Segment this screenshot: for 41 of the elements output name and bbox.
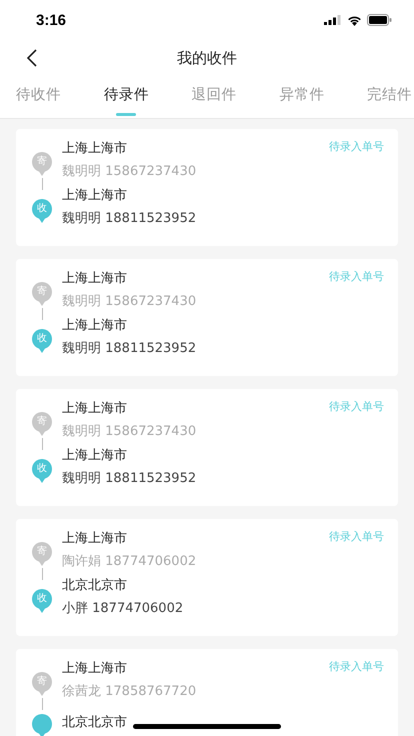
connector-line <box>42 438 43 450</box>
status-label: 待录入单号 <box>329 269 384 284</box>
connector-line <box>42 568 43 580</box>
city-text: 上海上海市 <box>62 140 128 157</box>
contact-text: 魏明明 18811523952 <box>62 210 196 227</box>
status-label: 待录入单号 <box>329 529 384 544</box>
city-text: 上海上海市 <box>62 660 128 677</box>
city-text: 上海上海市 <box>62 317 128 334</box>
location-pin: 收 <box>32 588 52 612</box>
location-pin <box>32 714 52 736</box>
contact-text: 陶许娟 18774706002 <box>62 553 196 570</box>
status-time: 3:16 <box>36 12 66 28</box>
city-text: 上海上海市 <box>62 187 128 204</box>
wifi-icon <box>347 14 362 26</box>
location-pin: 收 <box>32 198 52 222</box>
location-pin: 收 <box>32 458 52 482</box>
city-text: 北京北京市 <box>62 714 127 731</box>
city-text: 北京北京市 <box>62 577 128 594</box>
city-text: 上海上海市 <box>62 270 128 287</box>
status-label: 待录入单号 <box>329 139 384 154</box>
contact-text: 魏明明 15867237430 <box>62 163 196 180</box>
back-icon[interactable] <box>26 49 38 67</box>
connector-line <box>42 698 43 710</box>
status-label: 待录入单号 <box>329 659 384 674</box>
contact-text: 小胖 18774706002 <box>62 600 184 617</box>
status-label: 待录入单号 <box>329 399 384 414</box>
connector-line <box>42 178 43 190</box>
city-text: 上海上海市 <box>62 530 128 547</box>
contact-text: 魏明明 15867237430 <box>62 293 196 310</box>
contact-text: 魏明明 18811523952 <box>62 340 196 357</box>
location-pin: 收 <box>32 328 52 352</box>
connector-line <box>42 308 43 320</box>
page-title: 我的收件 <box>177 48 237 68</box>
contact-text: 魏明明 18811523952 <box>62 470 196 487</box>
contact-text: 魏明明 15867237430 <box>62 423 196 440</box>
contact-text: 徐茜龙 17858767720 <box>62 683 196 700</box>
battery-icon <box>367 14 392 26</box>
signal-icon <box>324 15 342 25</box>
tab[interactable]: 待录件 <box>104 76 149 118</box>
city-text: 上海上海市 <box>62 447 128 464</box>
city-text: 上海上海市 <box>62 400 128 417</box>
